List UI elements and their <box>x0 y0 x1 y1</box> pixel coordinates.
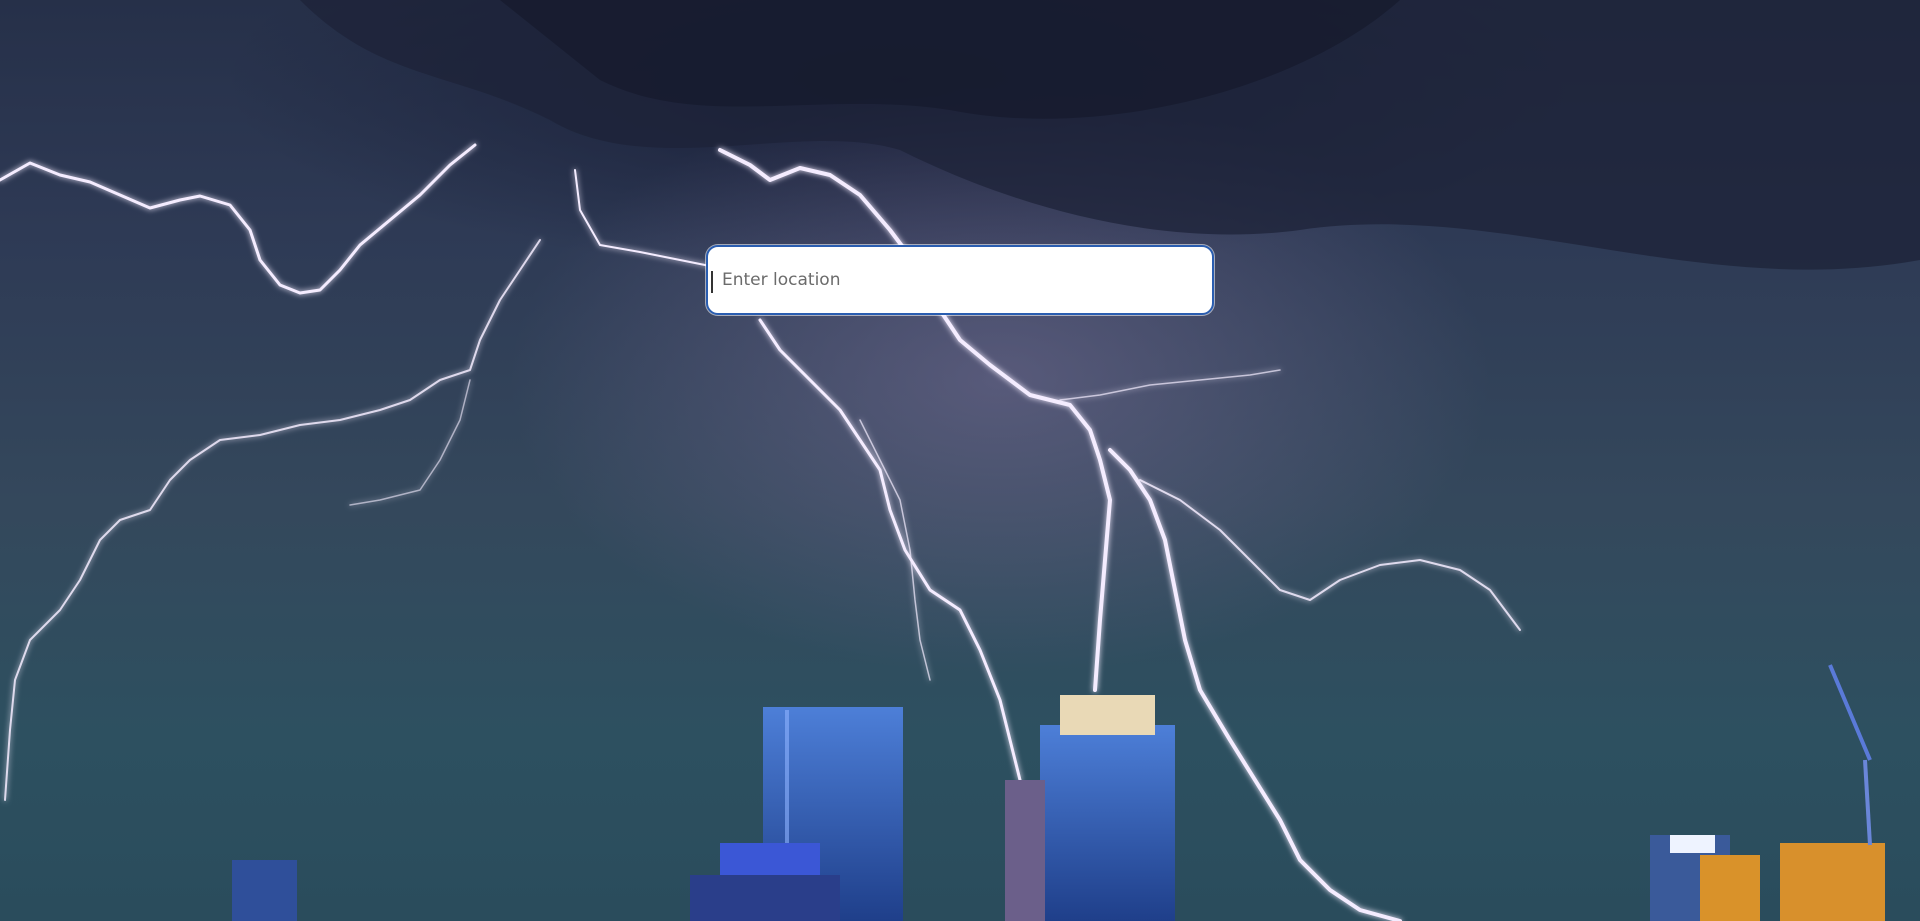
lightning-background-image <box>0 0 1920 921</box>
location-search-input[interactable] <box>708 247 1212 313</box>
text-caret <box>711 271 713 293</box>
background-scene <box>0 0 1920 921</box>
location-search-box[interactable] <box>706 245 1214 315</box>
